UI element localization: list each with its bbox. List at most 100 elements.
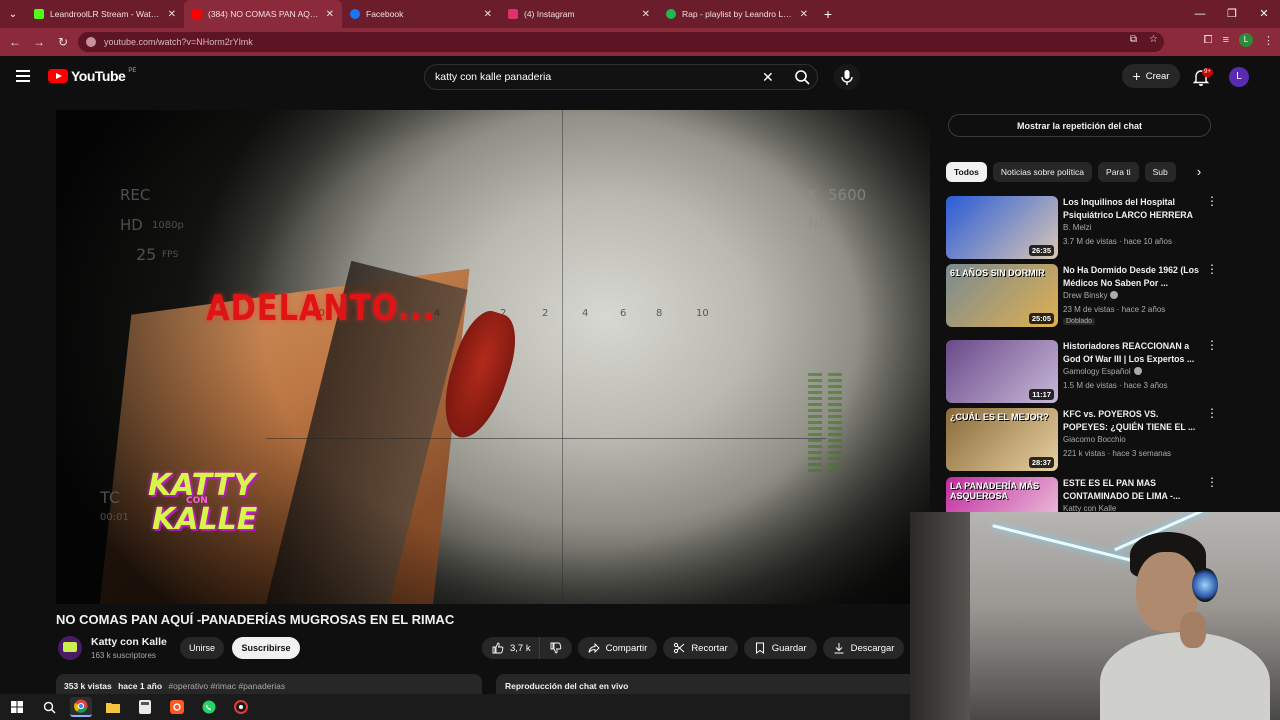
search-icon[interactable] [788, 65, 816, 89]
dislike-button[interactable] [538, 637, 572, 659]
windows-start-icon[interactable] [6, 697, 28, 717]
close-tab-icon[interactable]: ✕ [326, 9, 334, 20]
reticle-tick-label: 2 [542, 308, 549, 319]
browser-profile-avatar[interactable]: L [1239, 33, 1253, 47]
create-button[interactable]: + Crear [1122, 64, 1180, 88]
tab-title: (384) NO COMAS PAN AQUÍ -P [208, 9, 320, 19]
recommendation-title[interactable]: KFC vs. POYEROS VS. POPEYES: ¿QUIÉN TIEN… [1063, 408, 1201, 433]
whatsapp-icon[interactable] [198, 697, 220, 717]
show-chat-replay-button[interactable]: Mostrar la repetición del chat [948, 114, 1211, 137]
share-button[interactable]: Compartir [577, 637, 658, 659]
channel-name: B. Melzi [1063, 223, 1092, 232]
bookmark-star-icon[interactable]: ☆ [1149, 34, 1158, 45]
reload-icon[interactable]: ↻ [51, 35, 75, 49]
chrome-taskbar-icon[interactable] [70, 697, 92, 717]
chip-all[interactable]: Todos [946, 162, 987, 182]
obs-or-app-icon[interactable] [166, 697, 188, 717]
clip-button[interactable]: Recortar [663, 637, 738, 659]
video-thumbnail[interactable]: 61 AÑOS SIN DORMIR 25:05 [946, 264, 1058, 327]
chip-for-you[interactable]: Para ti [1098, 162, 1139, 182]
save-button[interactable]: Guardar [743, 637, 817, 659]
maximize-icon[interactable]: ❐ [1216, 0, 1248, 28]
more-actions-icon[interactable]: ⋮ [1206, 339, 1218, 351]
recommendation-item[interactable]: 11:17 Historiadores REACCIONAN a God Of W… [946, 339, 1218, 404]
reticle-tick-label: 6 [620, 308, 627, 319]
recommendation-channel[interactable]: B. Melzi [1063, 223, 1091, 232]
media-control-icon[interactable]: ≡ [1223, 34, 1229, 46]
logo-line-3: KALLE [152, 502, 258, 537]
extensions-icon[interactable]: ⧠ [1204, 34, 1213, 47]
account-avatar[interactable]: L [1229, 67, 1249, 87]
subscribe-button[interactable]: Suscribirse [232, 637, 300, 659]
install-app-icon[interactable]: ⧉ [1130, 34, 1137, 45]
minimize-icon[interactable]: — [1184, 0, 1216, 28]
close-tab-icon[interactable]: ✕ [168, 9, 176, 20]
tab-search-icon[interactable]: ⌄ [0, 0, 26, 28]
recommendation-title[interactable]: Historiadores REACCIONAN a God Of War II… [1063, 340, 1201, 365]
chips-next-chevron-icon[interactable]: › [1188, 162, 1210, 182]
spotify-favicon-icon [666, 9, 676, 19]
search-taskbar-icon[interactable] [38, 697, 60, 717]
tab-title: Facebook [366, 9, 404, 19]
chip-politics[interactable]: Noticias sobre política [992, 162, 1093, 182]
thumbs-down-icon [550, 642, 561, 654]
recommendation-item[interactable]: 26:35 Los Inquilinos del Hospital Psiquiá… [946, 195, 1218, 260]
video-duration: 26:35 [1028, 245, 1054, 256]
recommendation-title[interactable]: ESTE ES EL PAN MAS CONTAMINADO DE LIMA -… [1063, 477, 1201, 502]
back-icon[interactable]: ← [3, 35, 27, 49]
forward-icon[interactable]: → [27, 35, 51, 49]
channel-avatar[interactable] [58, 636, 82, 660]
browser-tab-3[interactable]: Facebook ✕ [342, 0, 500, 28]
close-tab-icon[interactable]: ✕ [800, 9, 808, 20]
calculator-icon[interactable] [134, 697, 156, 717]
recommendation-channel[interactable]: Gamology Español [1063, 367, 1142, 376]
site-info-icon[interactable] [86, 37, 96, 47]
join-button[interactable]: Unirse [180, 637, 224, 659]
video-thumbnail[interactable]: ¿CUÁL ES EL MEJOR? 28:37 [946, 408, 1058, 471]
video-duration: 28:37 [1028, 457, 1054, 468]
microphone-icon[interactable] [834, 64, 860, 90]
like-button[interactable]: 3,7 k [482, 637, 539, 659]
recommendation-item[interactable]: 61 AÑOS SIN DORMIR 25:05 No Ha Dormido Des… [946, 263, 1218, 328]
youtube-logo[interactable]: YouTube PE [48, 68, 136, 84]
save-label: Guardar [771, 642, 807, 654]
close-window-icon[interactable]: ✕ [1248, 0, 1280, 28]
channel-name[interactable]: Katty con Kalle [91, 636, 167, 648]
recommendation-channel[interactable]: Drew Binsky [1063, 291, 1119, 300]
address-bar[interactable]: youtube.com/watch?v=NHorm2rYlmk [78, 32, 1164, 52]
new-tab-button[interactable]: + [816, 6, 840, 22]
browser-tab-4[interactable]: (4) Instagram ✕ [500, 0, 658, 28]
hashtags[interactable]: #operativo #rimac #panaderias [168, 681, 285, 691]
recommendation-item[interactable]: ¿CUÁL ES EL MEJOR? 28:37 KFC vs. POYEROS V… [946, 407, 1218, 472]
streamer-hand [1180, 612, 1206, 648]
video-thumbnail[interactable]: 26:35 [946, 196, 1058, 259]
download-button[interactable]: Descargar [822, 637, 905, 659]
chip-more[interactable]: Sub [1144, 162, 1176, 182]
video-thumbnail[interactable]: 11:17 [946, 340, 1058, 403]
channel-name: Gamology Español [1063, 367, 1131, 376]
file-explorer-icon[interactable] [102, 697, 124, 717]
recommendation-meta: 3.7 M de vistas · hace 10 años [1063, 237, 1172, 246]
more-actions-icon[interactable]: ⋮ [1206, 263, 1218, 275]
menu-icon[interactable] [16, 70, 30, 82]
browser-tab-1[interactable]: LeandroolLR Stream - Watch Liv ✕ [26, 0, 184, 28]
recommendation-channel[interactable]: Giacomo Bocchio [1063, 435, 1126, 444]
recommendation-meta: 1.5 M de vistas · hace 3 años [1063, 381, 1168, 390]
recommendation-title[interactable]: No Ha Dormido Desde 1962 (Los Médicos No… [1063, 264, 1201, 289]
more-actions-icon[interactable]: ⋮ [1206, 195, 1218, 207]
more-actions-icon[interactable]: ⋮ [1206, 407, 1218, 419]
kick-favicon-icon [34, 9, 44, 19]
browser-menu-icon[interactable]: ⋮ [1263, 34, 1274, 47]
more-actions-icon[interactable]: ⋮ [1206, 476, 1218, 488]
share-label: Compartir [605, 642, 648, 654]
recommendation-title[interactable]: Los Inquilinos del Hospital Psiquiátrico… [1063, 196, 1201, 222]
clear-search-icon[interactable]: ✕ [762, 69, 774, 86]
search-input[interactable]: katty con kalle panaderia [424, 64, 818, 90]
video-player[interactable]: 10 8 6 4 2 2 4 6 8 10 REC HD 1080p 25 FPS TC 00:0… [56, 110, 930, 604]
close-tab-icon[interactable]: ✕ [484, 9, 492, 20]
browser-tab-2-active[interactable]: (384) NO COMAS PAN AQUÍ -P ✕ [184, 0, 342, 28]
app-red-icon[interactable] [230, 697, 252, 717]
browser-tab-5[interactable]: Rap - playlist by Leandro LR | S ✕ [658, 0, 816, 28]
close-tab-icon[interactable]: ✕ [642, 9, 650, 20]
download-label: Descargar [850, 642, 895, 654]
